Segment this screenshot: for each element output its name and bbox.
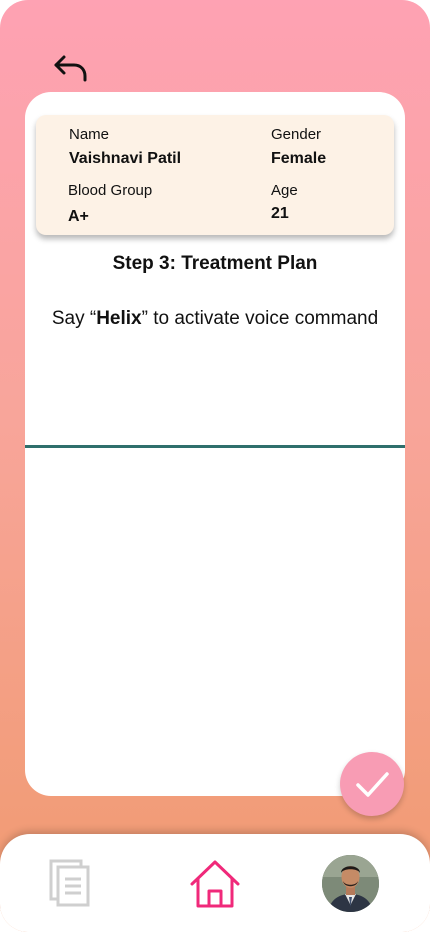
voice-hint-prefix: Say “ bbox=[51, 308, 97, 329]
name-value: Vaishnavi Patil bbox=[69, 150, 182, 167]
gender-label: Gender bbox=[271, 126, 322, 143]
gender-value: Female bbox=[271, 150, 327, 167]
documents-icon bbox=[49, 859, 90, 907]
home-icon bbox=[190, 860, 240, 908]
profile-photo bbox=[322, 855, 379, 912]
voice-keyword: Helix bbox=[96, 308, 142, 329]
check-icon bbox=[356, 772, 389, 797]
voice-command-hint: Say “Helix” to activate voice command bbox=[15, 308, 415, 330]
patient-info-card: Name Vaishnavi Patil Gender Female Blood… bbox=[36, 115, 394, 235]
blood-group-label: Blood Group bbox=[68, 182, 153, 199]
treatment-card: Name Vaishnavi Patil Gender Female Blood… bbox=[25, 92, 405, 796]
step-title: Step 3: Treatment Plan bbox=[112, 253, 318, 274]
back-button[interactable] bbox=[50, 50, 90, 86]
tab-documents[interactable] bbox=[44, 854, 96, 912]
app-screen: Name Vaishnavi Patil Gender Female Blood… bbox=[0, 0, 430, 932]
name-label: Name bbox=[69, 126, 110, 143]
bottom-nav-bar bbox=[0, 834, 430, 932]
blood-group-value: A+ bbox=[68, 208, 89, 225]
undo-arrow-icon bbox=[54, 55, 87, 82]
tab-home[interactable] bbox=[186, 854, 244, 912]
confirm-button[interactable] bbox=[340, 752, 404, 816]
voice-hint-suffix: ” to activate voice command bbox=[141, 308, 379, 329]
divider-line bbox=[25, 445, 405, 448]
age-label: Age bbox=[271, 182, 298, 199]
age-value: 21 bbox=[271, 205, 289, 222]
profile-avatar[interactable] bbox=[322, 855, 379, 912]
